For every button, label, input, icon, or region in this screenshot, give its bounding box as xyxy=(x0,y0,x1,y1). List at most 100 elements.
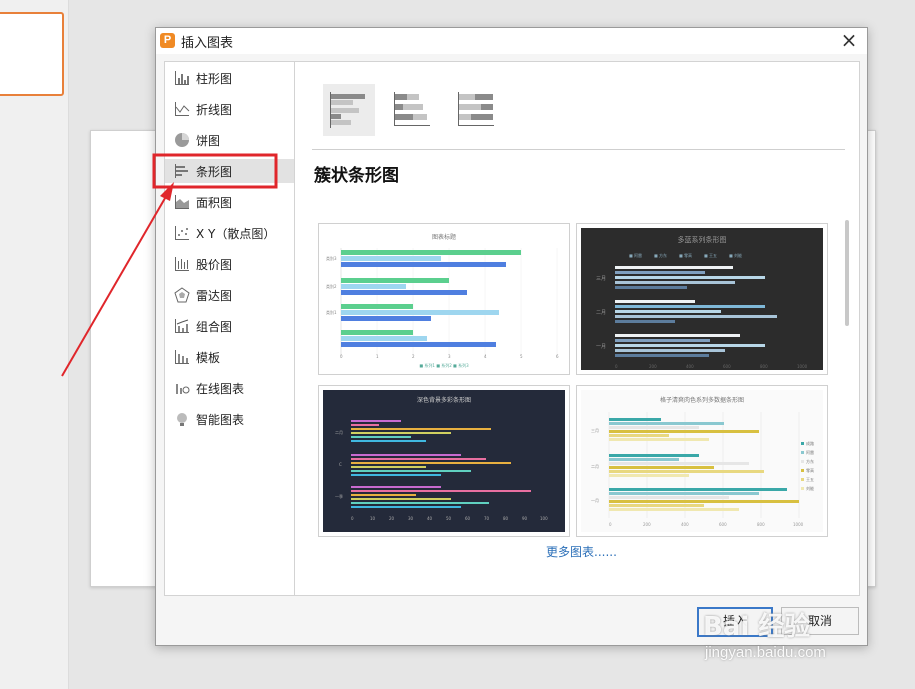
bar-chart-icon xyxy=(174,163,190,179)
svg-text:阿雷: 阿雷 xyxy=(806,449,814,455)
sidebar-item-label: 条形图 xyxy=(196,164,233,179)
chart-type-sidebar: 柱形图 折线图 饼图 条形图 面积图 X Y（散点图） 股价图 雷达图 组合图 … xyxy=(164,61,295,596)
svg-text:800: 800 xyxy=(760,364,768,369)
svg-text:400: 400 xyxy=(681,522,689,527)
svg-text:40: 40 xyxy=(427,516,433,521)
sidebar-item-bar[interactable]: 条形图 xyxy=(165,159,295,183)
template-card[interactable]: 深色背景多彩条形图 二月 C 一季 0 10 20 30 40 50 60 70… xyxy=(318,385,570,537)
svg-text:1000: 1000 xyxy=(797,364,808,369)
stock-chart-icon xyxy=(174,256,190,272)
column-chart-icon xyxy=(174,70,190,86)
template-card[interactable]: 多蓝系列条形图 ■ 阿雷 ■ 方东 ■ 零高 ■ 王五 ■ 刘能 三月 二月 一… xyxy=(576,223,828,375)
svg-text:二月: 二月 xyxy=(596,310,606,316)
svg-text:方东: 方东 xyxy=(806,458,814,464)
svg-text:一月: 一月 xyxy=(591,498,599,503)
sidebar-item-label: 在线图表 xyxy=(196,381,245,396)
sidebar-item-online[interactable]: 在线图表 xyxy=(165,376,295,400)
sidebar-item-smart[interactable]: 智能图表 xyxy=(165,407,295,431)
svg-text:类别2: 类别2 xyxy=(326,283,337,289)
sidebar-item-label: 柱形图 xyxy=(196,71,233,86)
app-logo-icon: P xyxy=(160,33,175,48)
svg-text:600: 600 xyxy=(719,522,727,527)
svg-text:C: C xyxy=(339,462,342,467)
svg-text:■ 阿雷: ■ 阿雷 xyxy=(629,252,642,258)
combo-chart-icon xyxy=(174,318,190,334)
sidebar-item-column[interactable]: 柱形图 xyxy=(165,66,295,90)
svg-text:200: 200 xyxy=(649,364,657,369)
svg-text:多蓝系列条形图: 多蓝系列条形图 xyxy=(678,235,727,244)
sidebar-item-template[interactable]: 模板 xyxy=(165,345,295,369)
template-preview-1: 图表标题 类别3 类别2 类别1 0 1 2 3 4 5 6 ■ 系列1 ■ 系… xyxy=(326,233,559,368)
sidebar-item-area[interactable]: 面积图 xyxy=(165,190,295,214)
svg-text:零高: 零高 xyxy=(806,467,814,473)
clustered-bar-icon[interactable] xyxy=(323,84,375,136)
line-chart-icon xyxy=(174,101,190,117)
stacked-bar-icon[interactable] xyxy=(387,84,439,136)
percent-stacked-bar-icon[interactable] xyxy=(451,84,503,136)
svg-text:三月: 三月 xyxy=(591,428,599,433)
insert-chart-dialog: P 插入图表 × 柱形图 折线图 饼图 条形图 面积图 X Y（散点图） 股价图… xyxy=(155,27,868,646)
template-preview-4: 格子清爽肉色系列多数据条形图 三月 二月 一月 成路 阿雷 方东 零高 王五 刘… xyxy=(591,396,814,527)
svg-text:3: 3 xyxy=(448,354,451,359)
content-scrollbar[interactable] xyxy=(845,220,849,326)
svg-text:60: 60 xyxy=(465,516,471,521)
sidebar-item-label: 组合图 xyxy=(196,319,233,334)
template-card[interactable]: 图表标题 类别3 类别2 类别1 0 1 2 3 4 5 6 ■ 系列1 ■ 系… xyxy=(318,223,570,375)
sidebar-item-label: 折线图 xyxy=(196,102,233,117)
sidebar-item-scatter[interactable]: X Y（散点图） xyxy=(165,221,295,245)
slide-thumbnail[interactable] xyxy=(0,12,64,96)
sidebar-item-label: 模板 xyxy=(196,350,221,365)
svg-text:■ 方东: ■ 方东 xyxy=(654,252,667,258)
svg-text:4: 4 xyxy=(484,354,487,359)
radar-chart-icon xyxy=(174,287,190,303)
svg-text:王五: 王五 xyxy=(806,477,814,482)
template-card[interactable]: 格子清爽肉色系列多数据条形图 三月 二月 一月 成路 阿雷 方东 零高 王五 刘… xyxy=(576,385,828,537)
template-preview-2: 多蓝系列条形图 ■ 阿雷 ■ 方东 ■ 零高 ■ 王五 ■ 刘能 三月 二月 一… xyxy=(596,235,808,369)
svg-text:深色背景多彩条形图: 深色背景多彩条形图 xyxy=(417,396,471,404)
svg-text:二月: 二月 xyxy=(591,464,599,469)
svg-text:0: 0 xyxy=(351,516,354,521)
svg-text:刘能: 刘能 xyxy=(806,485,814,491)
more-charts-link[interactable]: 更多图表...... xyxy=(546,543,617,560)
insert-button[interactable]: 插入 xyxy=(697,607,773,637)
svg-text:■ 王五: ■ 王五 xyxy=(704,253,717,258)
sidebar-item-label: 雷达图 xyxy=(196,288,233,303)
svg-text:格子清爽肉色系列多数据条形图: 格子清爽肉色系列多数据条形图 xyxy=(660,396,744,404)
smart-chart-icon xyxy=(174,411,190,427)
close-button[interactable]: × xyxy=(839,30,859,50)
dialog-titlebar: P 插入图表 × xyxy=(156,28,867,54)
svg-text:50: 50 xyxy=(446,516,452,521)
sidebar-item-stock[interactable]: 股价图 xyxy=(165,252,295,276)
svg-text:类别1: 类别1 xyxy=(326,309,337,315)
svg-text:6: 6 xyxy=(556,354,559,359)
svg-text:90: 90 xyxy=(522,516,528,521)
dialog-title: 插入图表 xyxy=(181,36,234,51)
svg-text:图表标题: 图表标题 xyxy=(432,233,456,241)
pie-chart-icon xyxy=(174,132,190,148)
template-icon xyxy=(174,349,190,365)
svg-text:二月: 二月 xyxy=(335,430,343,435)
svg-text:70: 70 xyxy=(484,516,490,521)
svg-text:■ 零高: ■ 零高 xyxy=(679,252,692,258)
svg-text:20: 20 xyxy=(389,516,395,521)
svg-text:2: 2 xyxy=(412,354,415,359)
cancel-button[interactable]: 取消 xyxy=(781,607,859,635)
sidebar-item-radar[interactable]: 雷达图 xyxy=(165,283,295,307)
chart-preview-panel: 簇状条形图 图表标题 类别3 类别2 类别1 0 1 2 3 4 5 6 ■ 系… xyxy=(294,61,860,596)
svg-text:■ 刘能: ■ 刘能 xyxy=(729,252,742,258)
svg-text:■ 系列1 ■ 系列2 ■ 系列3: ■ 系列1 ■ 系列2 ■ 系列3 xyxy=(419,362,469,368)
svg-text:1000: 1000 xyxy=(793,522,804,527)
template-preview-3: 深色背景多彩条形图 二月 C 一季 0 10 20 30 40 50 60 70… xyxy=(335,396,548,521)
slide-panel xyxy=(0,0,69,689)
svg-text:0: 0 xyxy=(609,522,612,527)
svg-text:1: 1 xyxy=(376,354,379,359)
svg-text:成路: 成路 xyxy=(806,440,814,446)
svg-text:类别3: 类别3 xyxy=(326,255,337,261)
svg-text:0: 0 xyxy=(340,354,343,359)
divider xyxy=(312,149,845,150)
svg-text:0: 0 xyxy=(615,364,618,369)
sidebar-item-combo[interactable]: 组合图 xyxy=(165,314,295,338)
area-chart-icon xyxy=(174,194,190,210)
sidebar-item-pie[interactable]: 饼图 xyxy=(165,128,295,152)
sidebar-item-line[interactable]: 折线图 xyxy=(165,97,295,121)
